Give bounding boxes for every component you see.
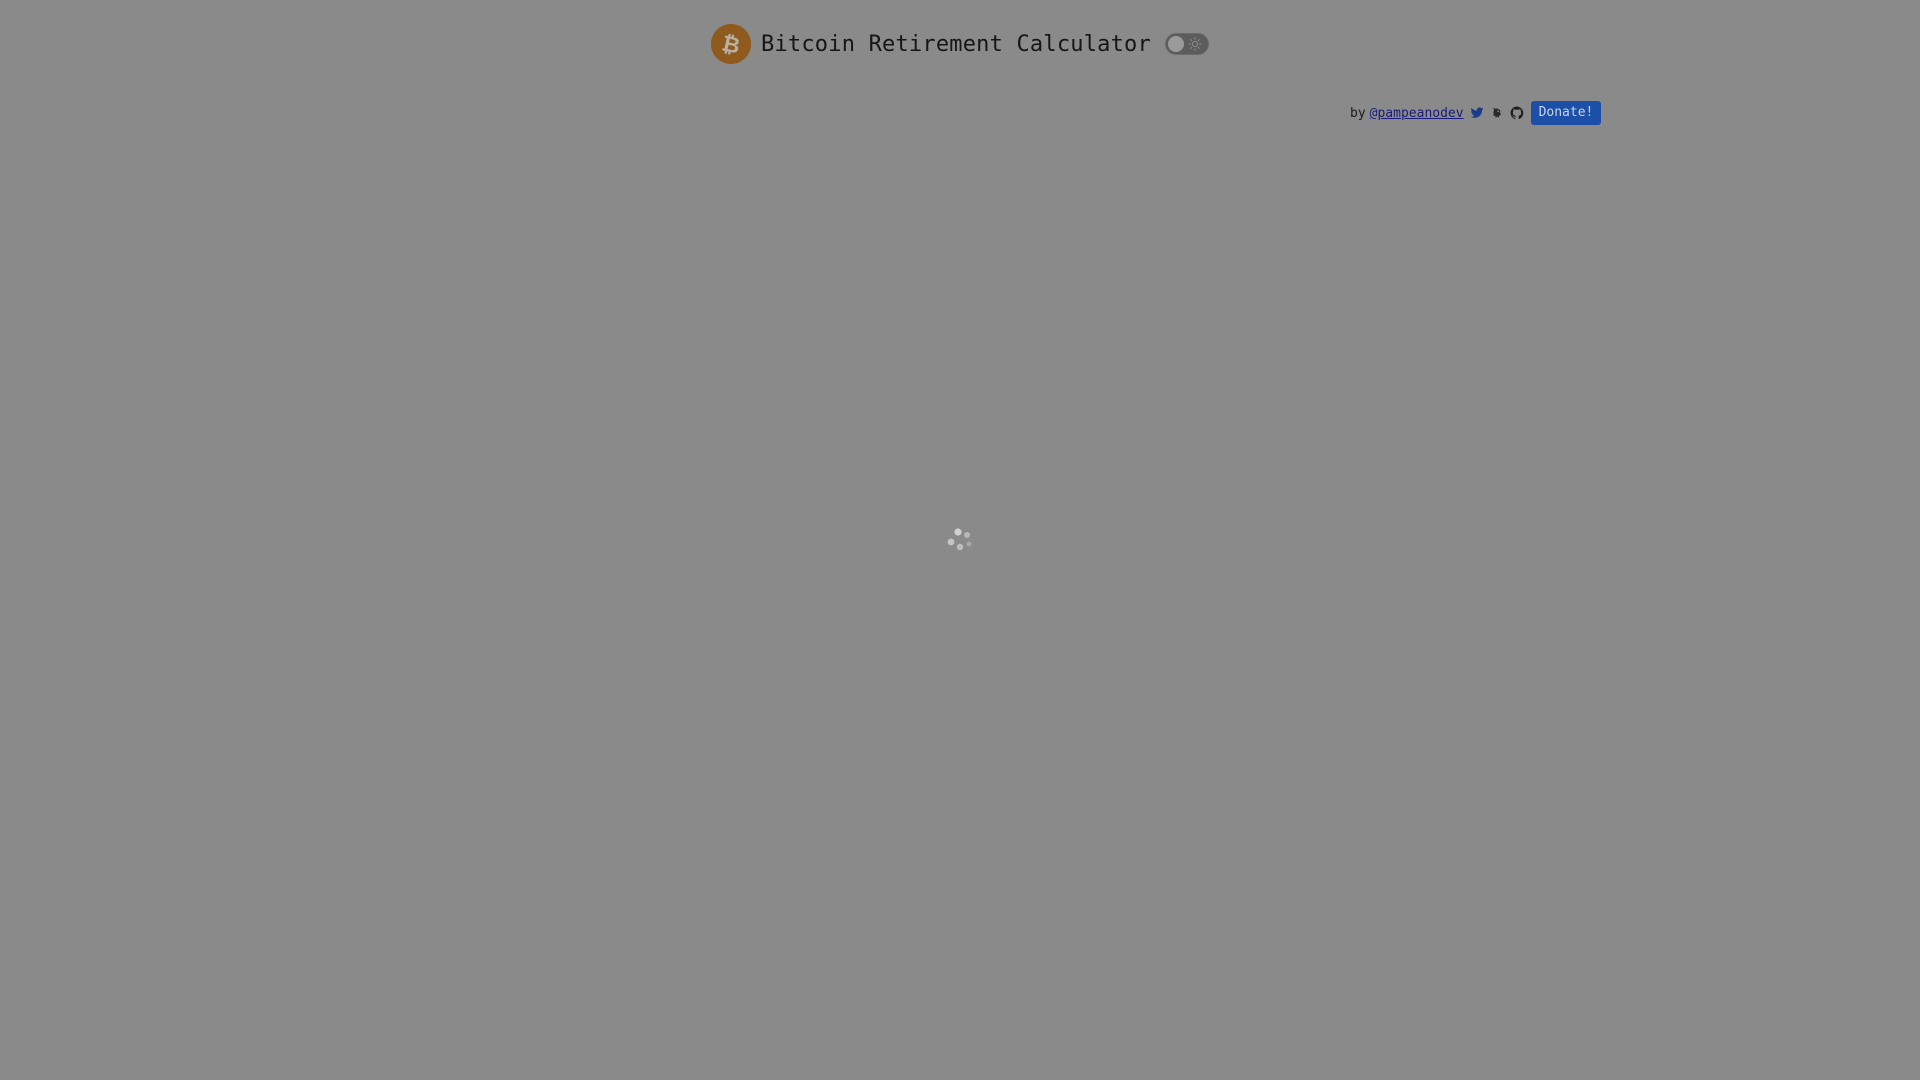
- sun-icon: [1188, 37, 1202, 51]
- author-link[interactable]: @pampeanodev: [1370, 106, 1464, 121]
- twitter-icon[interactable]: [1470, 106, 1484, 120]
- github-icon[interactable]: [1510, 106, 1524, 120]
- page-title: Bitcoin Retirement Calculator: [761, 31, 1151, 57]
- donate-button[interactable]: Donate!: [1530, 101, 1602, 125]
- toggle-knob: [1167, 36, 1184, 52]
- bitcoin-icon: ₿: [711, 24, 752, 64]
- nostr-icon[interactable]: [1490, 106, 1504, 120]
- byline-prefix: by: [1350, 105, 1366, 121]
- byline: by @pampeanodev Donate!: [1350, 101, 1602, 125]
- theme-toggle[interactable]: [1164, 33, 1209, 55]
- header: ₿ Bitcoin Retirement Calculator: [0, 24, 1920, 64]
- loading-spinner-icon: [946, 527, 974, 553]
